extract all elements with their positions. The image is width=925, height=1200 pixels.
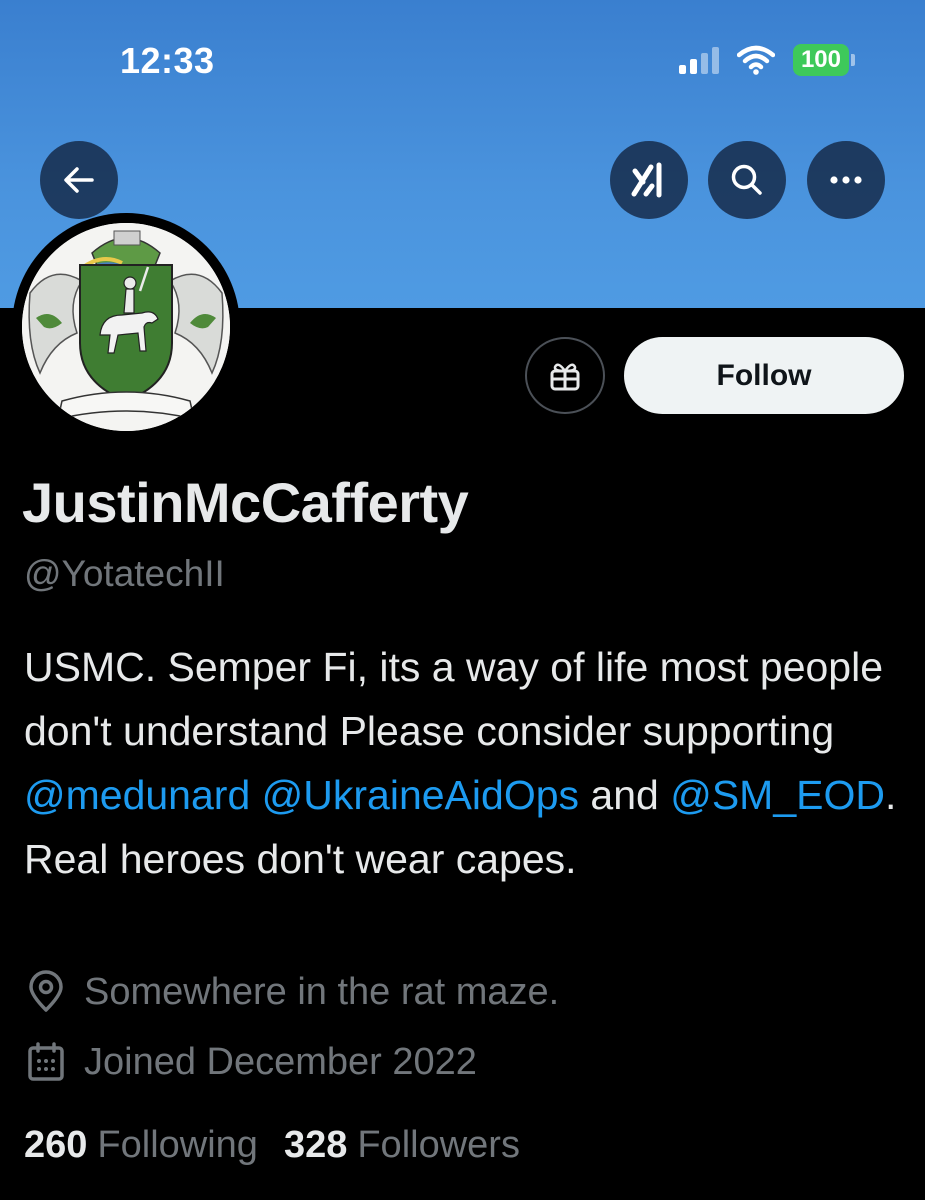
cellular-signal-icon <box>678 46 719 74</box>
followers-label: Followers <box>357 1124 520 1166</box>
grok-icon <box>631 162 662 198</box>
following-count: 260 <box>24 1124 88 1166</box>
joined-text: Joined December 2022 <box>84 1040 477 1083</box>
bio-text: USMC. Semper Fi, its a way of life most … <box>24 644 884 754</box>
wifi-icon <box>736 45 775 75</box>
back-button[interactable] <box>40 141 118 219</box>
status-indicators: 100 <box>678 44 855 76</box>
battery-level: 100 <box>792 44 849 76</box>
user-handle: @YotatechII <box>24 553 225 594</box>
follow-button[interactable]: Follow <box>624 337 904 414</box>
follow-stats: 260 Following 328 Followers <box>24 1124 520 1167</box>
arrow-left-icon <box>64 167 94 193</box>
location-text: Somewhere in the rat maze. <box>84 970 560 1013</box>
followers-link[interactable]: 328 Followers <box>284 1124 520 1167</box>
mention-link-medunard[interactable]: @medunard <box>24 772 250 818</box>
calendar-icon <box>24 1040 68 1084</box>
gift-icon <box>550 363 580 390</box>
bio-text <box>250 772 261 818</box>
bio-text: and <box>579 772 671 818</box>
search-icon <box>731 164 762 195</box>
avatar[interactable] <box>22 223 230 431</box>
bio: USMC. Semper Fi, its a way of life most … <box>24 635 904 891</box>
battery-indicator: 100 <box>792 44 855 76</box>
followers-count: 328 <box>283 1124 348 1166</box>
following-label: Following <box>97 1124 258 1166</box>
display-name: JustinMcCafferty <box>22 471 469 534</box>
mention-link-sm-eod[interactable]: @SM_EOD <box>670 772 885 818</box>
search-button[interactable] <box>708 141 786 219</box>
more-button[interactable] <box>807 141 885 219</box>
joined-row: Joined December 2022 <box>24 1040 477 1084</box>
more-horizontal-icon <box>830 176 862 184</box>
grok-button[interactable] <box>610 141 688 219</box>
location-row: Somewhere in the rat maze. <box>24 970 559 1014</box>
family-crest-image <box>22 223 230 431</box>
location-pin-icon <box>24 970 68 1014</box>
mention-link-ukraineaidops[interactable]: @UkraineAidOps <box>262 772 579 818</box>
following-link[interactable]: 260 Following <box>24 1124 258 1167</box>
status-time: 12:33 <box>120 40 215 81</box>
gift-button[interactable] <box>525 337 605 414</box>
